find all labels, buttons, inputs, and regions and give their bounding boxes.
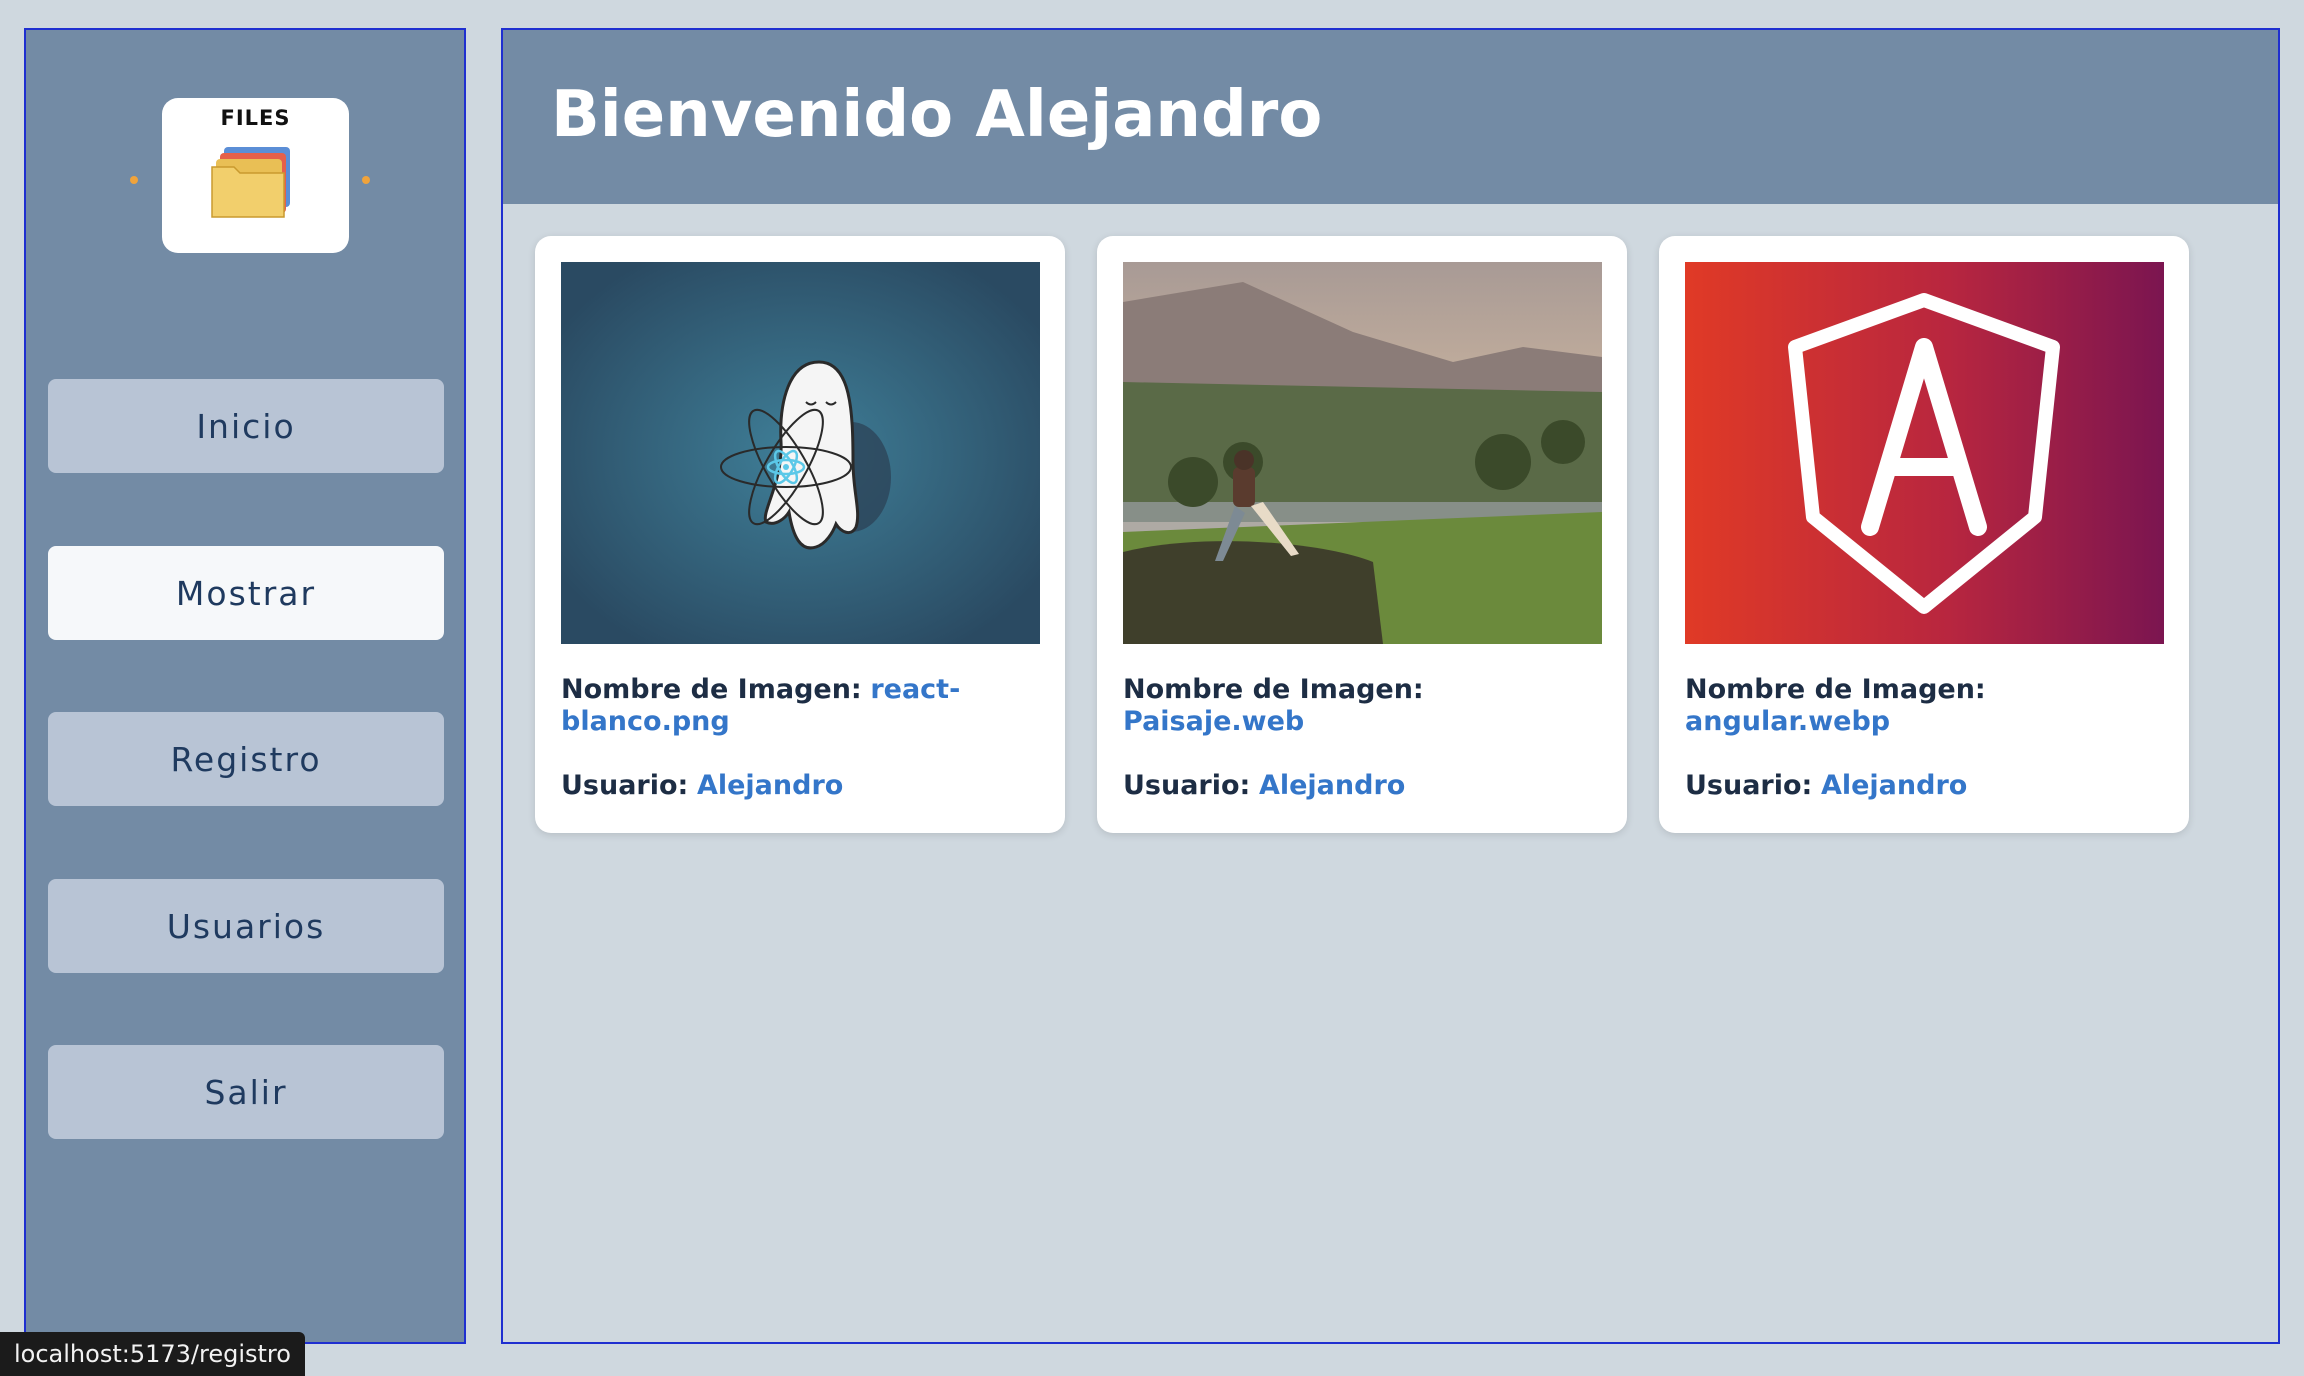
image-name-row: Nombre de Imagen: Paisaje.web <box>1123 674 1602 738</box>
angular-image[interactable] <box>1685 262 2164 644</box>
card-details: Nombre de Imagen: angular.webp Usuario: … <box>1685 674 2164 834</box>
folder-icon <box>211 147 290 218</box>
card-details: Nombre de Imagen: react-blanco.png Usuar… <box>561 674 1040 834</box>
image-card: Nombre de Imagen: angular.webp Usuario: … <box>1659 236 2189 833</box>
logo-dot-right <box>362 176 370 184</box>
image-name-label: Nombre de Imagen: <box>1685 674 1986 705</box>
nav-salir-button[interactable]: Salir <box>48 1045 444 1139</box>
user-row: Usuario: Alejandro <box>561 770 1040 802</box>
user-value: Alejandro <box>696 770 844 801</box>
image-card: Nombre de Imagen: react-blanco.png Usuar… <box>535 236 1065 833</box>
nav-usuarios-button[interactable]: Usuarios <box>48 879 444 973</box>
card-details: Nombre de Imagen: Paisaje.web Usuario: A… <box>1123 674 1602 834</box>
nav-registro-button[interactable]: Registro <box>48 712 444 806</box>
user-row: Usuario: Alejandro <box>1123 770 1602 802</box>
main-content: Bienvenido Alejandro Nombre de Imagen: r… <box>501 28 2280 1344</box>
page-title: Bienvenido Alejandro <box>551 78 1323 152</box>
app-logo[interactable]: FILES <box>162 98 349 253</box>
sidebar: FILES Inicio Mostrar Registro Usuarios S… <box>24 28 466 1344</box>
link-status-bar: localhost:5173/registro <box>0 1332 305 1376</box>
logo-title: FILES <box>220 106 291 130</box>
page-header: Bienvenido Alejandro <box>503 30 2278 204</box>
user-label: Usuario: <box>1123 770 1251 801</box>
image-name-value: Paisaje.web <box>1123 706 1305 737</box>
nav-inicio-button[interactable]: Inicio <box>48 379 444 473</box>
user-label: Usuario: <box>561 770 689 801</box>
landscape-image[interactable] <box>1123 262 1602 644</box>
logo-dot-left <box>130 176 138 184</box>
image-name-label: Nombre de Imagen: <box>1123 674 1424 705</box>
image-name-value: angular.webp <box>1685 706 1891 737</box>
user-value: Alejandro <box>1258 770 1406 801</box>
user-value: Alejandro <box>1820 770 1968 801</box>
image-name-label: Nombre de Imagen: <box>561 674 862 705</box>
image-name-row: Nombre de Imagen: angular.webp <box>1685 674 2164 738</box>
user-row: Usuario: Alejandro <box>1685 770 2164 802</box>
image-card: Nombre de Imagen: Paisaje.web Usuario: A… <box>1097 236 1627 833</box>
nav-mostrar-button[interactable]: Mostrar <box>48 546 444 640</box>
react-image[interactable] <box>561 262 1040 644</box>
image-name-row: Nombre de Imagen: react-blanco.png <box>561 674 1040 738</box>
user-label: Usuario: <box>1685 770 1813 801</box>
